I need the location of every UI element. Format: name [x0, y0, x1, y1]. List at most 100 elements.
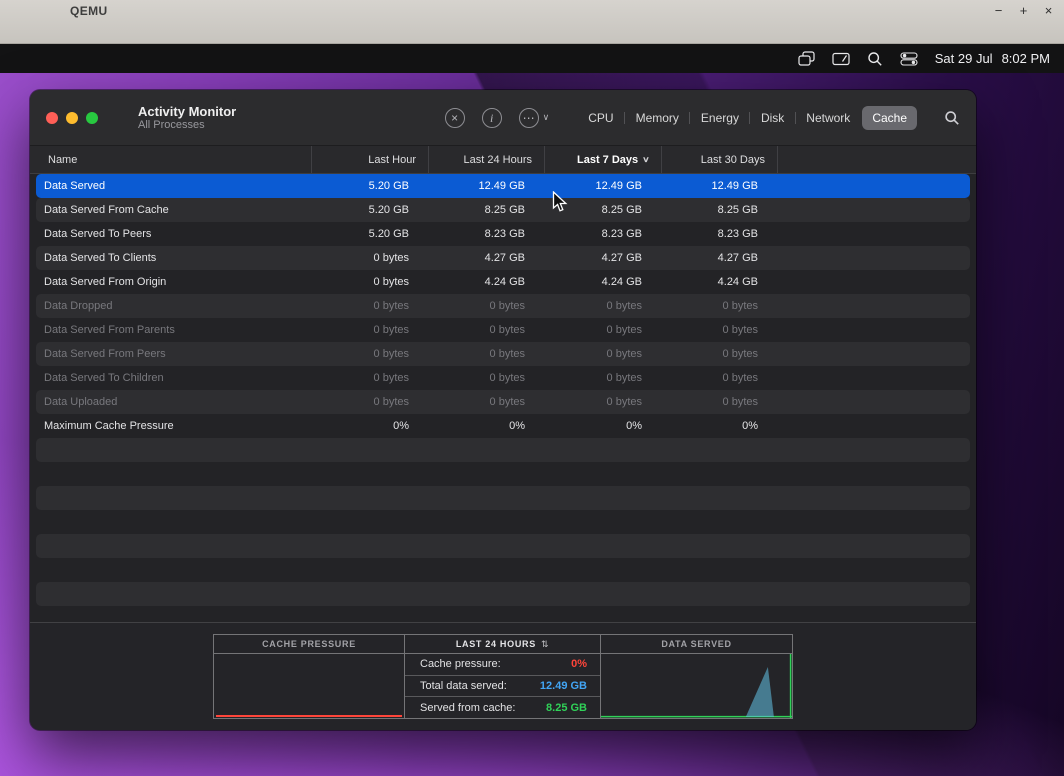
row-name: Data Served To Children: [36, 372, 312, 384]
row-value: 8.25 GB: [662, 204, 778, 216]
activity-monitor-window: Activity Monitor All Processes × i ⋯: [30, 90, 976, 730]
row-value: 4.24 GB: [662, 276, 778, 288]
quit-process-icon: ×: [451, 112, 458, 124]
footer-panels: CACHE PRESSURE LAST 24 HOURS ⇅ Cache pre…: [213, 634, 793, 719]
row-value: 0 bytes: [429, 396, 545, 408]
table-row[interactable]: Data Served From Origin0 bytes4.24 GB4.2…: [36, 270, 970, 294]
data-served-graph: [601, 654, 792, 718]
row-name: Data Served From Origin: [36, 276, 312, 288]
stat-row: Cache pressure:0%: [405, 654, 600, 675]
tab-cpu[interactable]: CPU: [578, 106, 623, 130]
row-value: 4.27 GB: [662, 252, 778, 264]
table-row-empty: [36, 582, 970, 606]
spotlight-icon[interactable]: [867, 51, 883, 67]
table-row[interactable]: Data Dropped0 bytes0 bytes0 bytes0 bytes: [36, 294, 970, 318]
row-value: 0 bytes: [429, 372, 545, 384]
qemu-maximize-button[interactable]: +: [1016, 3, 1031, 19]
menubar-time: 8:02 PM: [1002, 51, 1050, 66]
tab-cache[interactable]: Cache: [862, 106, 917, 130]
table-row[interactable]: Data Served From Peers0 bytes0 bytes0 by…: [36, 342, 970, 366]
chevron-down-icon: ∨: [543, 112, 550, 123]
sidecar-icon[interactable]: [832, 52, 850, 66]
view-options-button[interactable]: ⋯ ∨: [519, 108, 550, 128]
table-row[interactable]: Data Served To Clients0 bytes4.27 GB4.27…: [36, 246, 970, 270]
minimize-button[interactable]: [66, 112, 78, 124]
ellipsis-icon: ⋯: [519, 108, 539, 128]
table-row[interactable]: Data Served From Cache5.20 GB8.25 GB8.25…: [36, 198, 970, 222]
row-value: 8.25 GB: [545, 204, 662, 216]
table-header: Name Last Hour Last 24 Hours Last 7 Days…: [30, 146, 976, 174]
row-value: 0 bytes: [662, 396, 778, 408]
table-row-empty: [36, 510, 970, 534]
column-header-name[interactable]: Name: [30, 146, 312, 173]
search-button[interactable]: [944, 110, 960, 126]
row-value: 0%: [545, 420, 662, 432]
tab-disk[interactable]: Disk: [751, 106, 794, 130]
row-value: 4.27 GB: [545, 252, 662, 264]
row-name: Data Served To Clients: [36, 252, 312, 264]
zoom-button[interactable]: [86, 112, 98, 124]
stat-label: Total data served:: [420, 680, 507, 692]
sort-updown-icon[interactable]: ⇅: [541, 639, 549, 650]
window-title: Activity Monitor: [138, 104, 236, 119]
table-row[interactable]: Data Served To Peers5.20 GB8.23 GB8.23 G…: [36, 222, 970, 246]
quit-process-button[interactable]: ×: [445, 108, 465, 128]
close-button[interactable]: [46, 112, 58, 124]
qemu-window-controls: − + ×: [991, 3, 1056, 19]
tab-memory[interactable]: Memory: [626, 106, 689, 130]
inspect-process-button[interactable]: i: [482, 108, 502, 128]
column-header-last-hour[interactable]: Last Hour: [312, 146, 429, 173]
stat-value: 8.25 GB: [546, 702, 587, 714]
search-icon: [944, 110, 960, 126]
qemu-titlebar: QEMU − + ×: [0, 0, 1064, 44]
footer-panels-area: CACHE PRESSURE LAST 24 HOURS ⇅ Cache pre…: [30, 622, 976, 730]
table-row[interactable]: Data Served From Parents0 bytes0 bytes0 …: [36, 318, 970, 342]
data-served-title: DATA SERVED: [601, 635, 792, 654]
column-header-filler: [778, 146, 976, 173]
table-row[interactable]: Maximum Cache Pressure0%0%0%0%: [36, 414, 970, 438]
screen: QEMU − + ×: [0, 0, 1064, 776]
row-value: 0 bytes: [545, 324, 662, 336]
column-header-last-30-days[interactable]: Last 30 Days: [662, 146, 778, 173]
row-value: 0 bytes: [662, 372, 778, 384]
tab-bar: CPUMemoryEnergyDiskNetworkCache: [577, 106, 918, 130]
window-titlebar: Activity Monitor All Processes × i ⋯: [30, 90, 976, 146]
row-value: 8.25 GB: [429, 204, 545, 216]
table-row[interactable]: Data Uploaded0 bytes0 bytes0 bytes0 byte…: [36, 390, 970, 414]
row-value: 5.20 GB: [312, 228, 429, 240]
table-row-empty: [36, 486, 970, 510]
stat-value: 12.49 GB: [540, 680, 587, 692]
row-name: Maximum Cache Pressure: [36, 420, 312, 432]
row-value: 4.24 GB: [429, 276, 545, 288]
stats-rows: Cache pressure:0% Total data served: 12.49…: [405, 654, 600, 718]
row-name: Data Served From Parents: [36, 324, 312, 336]
table-row-empty: [36, 462, 970, 486]
row-value: 0 bytes: [545, 396, 662, 408]
column-header-last-7-days[interactable]: Last 7 Days ∨: [545, 146, 662, 173]
sort-chevron-icon: ∨: [642, 155, 650, 164]
table-row-empty: [36, 558, 970, 582]
table-row[interactable]: Data Served5.20 GB12.49 GB12.49 GB12.49 …: [36, 174, 970, 198]
row-value: 0 bytes: [312, 372, 429, 384]
row-value: 8.23 GB: [662, 228, 778, 240]
data-served-spike: [746, 667, 774, 717]
row-value: 0%: [312, 420, 429, 432]
row-value: 5.20 GB: [312, 180, 429, 192]
tab-energy[interactable]: Energy: [691, 106, 749, 130]
column-header-last-24-hours[interactable]: Last 24 Hours: [429, 146, 545, 173]
menubar-clock[interactable]: Sat 29 Jul 8:02 PM: [935, 51, 1050, 66]
qemu-close-button[interactable]: ×: [1041, 3, 1056, 19]
cache-pressure-title: CACHE PRESSURE: [214, 635, 404, 654]
window-subtitle: All Processes: [138, 119, 236, 132]
row-name: Data Served: [36, 180, 312, 192]
row-value: 8.23 GB: [545, 228, 662, 240]
row-value: 0 bytes: [312, 324, 429, 336]
control-center-icon[interactable]: [900, 52, 918, 66]
row-value: 12.49 GB: [429, 180, 545, 192]
row-value: 0 bytes: [312, 348, 429, 360]
windows-stack-icon[interactable]: [798, 51, 815, 66]
tab-network[interactable]: Network: [796, 106, 860, 130]
qemu-minimize-button[interactable]: −: [991, 3, 1006, 19]
row-value: 0 bytes: [545, 372, 662, 384]
table-row[interactable]: Data Served To Children0 bytes0 bytes0 b…: [36, 366, 970, 390]
